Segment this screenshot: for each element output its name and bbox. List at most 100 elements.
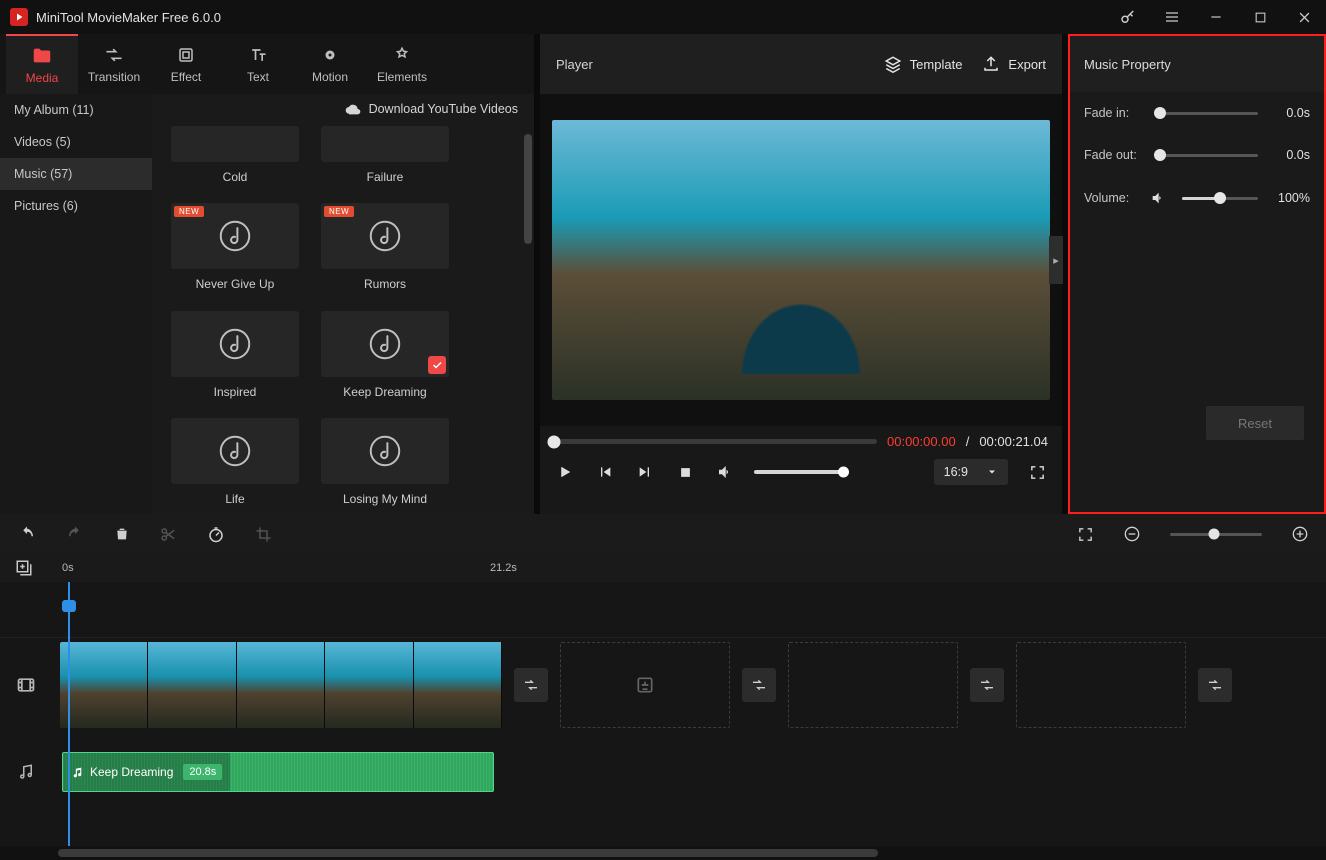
empty-clip-slot[interactable]	[560, 642, 730, 728]
minimize-button[interactable]	[1194, 0, 1238, 34]
add-media-icon	[635, 675, 655, 695]
scrollbar-thumb[interactable]	[524, 134, 532, 244]
aspect-ratio-select[interactable]: 16:9	[934, 459, 1008, 485]
tab-transition[interactable]: Transition	[78, 34, 150, 94]
empty-clip-slot[interactable]	[788, 642, 958, 728]
audio-clip[interactable]: Keep Dreaming 20.8s	[62, 752, 494, 792]
music-grid: Cold Failure NEW Never Give Up NEWRumorsInsp…	[152, 124, 534, 509]
music-item-label: Failure	[367, 170, 404, 184]
add-track-button[interactable]	[0, 559, 48, 577]
tab-label: Text	[247, 70, 269, 84]
volume-slider[interactable]	[754, 470, 844, 474]
music-item[interactable]: Failure	[320, 126, 450, 187]
transition-slot-button[interactable]	[514, 668, 548, 702]
volume-prop-slider[interactable]	[1182, 197, 1258, 200]
folder-icon	[31, 45, 53, 67]
timeline-ruler[interactable]: 0s 21.2s	[0, 554, 1326, 582]
tab-label: Media	[26, 71, 59, 85]
music-item-label: Cold	[223, 170, 248, 184]
music-note-icon	[71, 766, 84, 779]
music-item[interactable]: Inspired	[170, 311, 300, 402]
fullscreen-button[interactable]	[1026, 461, 1048, 483]
prev-frame-button[interactable]	[594, 461, 616, 483]
album-list: My Album (11) Videos (5) Music (57) Pict…	[0, 94, 152, 514]
empty-clip-slot[interactable]	[1016, 642, 1186, 728]
export-icon	[982, 55, 1000, 73]
preview-frame	[552, 120, 1050, 400]
music-item[interactable]: Life	[170, 418, 300, 509]
video-clip[interactable]	[60, 642, 502, 728]
motion-icon	[319, 44, 341, 66]
speaker-icon	[1150, 190, 1166, 206]
music-item[interactable]: Cold	[170, 126, 300, 187]
zoom-slider[interactable]	[1170, 533, 1262, 536]
speed-button[interactable]	[207, 525, 225, 543]
time-current: 00:00:00.00	[887, 434, 956, 449]
music-item[interactable]: NEW Never Give Up	[170, 203, 300, 294]
collapse-handle[interactable]: ▸	[1049, 236, 1063, 284]
maximize-button[interactable]	[1238, 0, 1282, 34]
video-track[interactable]	[52, 638, 1326, 732]
transition-slot-button[interactable]	[970, 668, 1004, 702]
redo-button[interactable]	[66, 525, 84, 543]
export-button[interactable]: Export	[982, 55, 1046, 73]
tab-media[interactable]: Media	[6, 34, 78, 94]
tab-text[interactable]: Text	[222, 34, 294, 94]
timeline-toolbar	[0, 514, 1326, 554]
volume-icon[interactable]	[714, 461, 736, 483]
music-item-label: Rumors	[364, 277, 406, 291]
fadeout-slider[interactable]	[1160, 154, 1258, 157]
tab-effect[interactable]: Effect	[150, 34, 222, 94]
album-videos[interactable]: Videos (5)	[0, 126, 152, 158]
album-my-album[interactable]: My Album (11)	[0, 94, 152, 126]
close-button[interactable]	[1282, 0, 1326, 34]
key-icon[interactable]	[1106, 0, 1150, 34]
play-button[interactable]	[554, 461, 576, 483]
tab-label: Transition	[88, 70, 140, 84]
seek-slider[interactable]	[554, 439, 877, 444]
app-title: MiniTool MovieMaker Free 6.0.0	[36, 10, 221, 25]
audio-track[interactable]: Keep Dreaming 20.8s	[52, 732, 1326, 812]
music-item[interactable]: Losing My Mind	[320, 418, 450, 509]
download-label: Download YouTube Videos	[369, 102, 518, 116]
fadeout-value: 0.0s	[1268, 148, 1310, 162]
zoom-in-button[interactable]	[1292, 526, 1308, 542]
transition-slot-button[interactable]	[1198, 668, 1232, 702]
reset-button[interactable]: Reset	[1206, 406, 1304, 440]
music-item[interactable]: Keep Dreaming	[320, 311, 450, 402]
music-thumbnail	[171, 311, 299, 377]
music-item-label: Never Give Up	[196, 277, 275, 291]
tab-label: Effect	[171, 70, 201, 84]
menu-icon[interactable]	[1150, 0, 1194, 34]
crop-button[interactable]	[255, 526, 272, 543]
music-thumbnail	[321, 126, 449, 162]
split-button[interactable]	[160, 526, 177, 543]
album-pictures[interactable]: Pictures (6)	[0, 190, 152, 222]
next-frame-button[interactable]	[634, 461, 656, 483]
fadein-label: Fade in:	[1084, 106, 1150, 120]
stop-button[interactable]	[674, 461, 696, 483]
timeline-scrollbar[interactable]	[0, 846, 1326, 860]
ruler-time-0: 0s	[62, 562, 74, 574]
tab-elements[interactable]: Elements	[366, 34, 438, 94]
transition-icon	[103, 44, 125, 66]
zoom-out-button[interactable]	[1124, 526, 1140, 542]
undo-button[interactable]	[18, 525, 36, 543]
transition-slot-button[interactable]	[742, 668, 776, 702]
template-button[interactable]: Template	[884, 55, 963, 73]
preview-area: ▸	[540, 94, 1062, 426]
music-item[interactable]: NEWRumors	[320, 203, 450, 294]
timeline: 0s 21.2s	[0, 554, 1326, 860]
delete-button[interactable]	[114, 526, 130, 542]
music-thumbnail	[171, 418, 299, 484]
text-track[interactable]	[52, 582, 1326, 637]
fadein-value: 0.0s	[1268, 106, 1310, 120]
fit-timeline-button[interactable]	[1077, 526, 1094, 543]
music-thumbnail: NEW	[171, 203, 299, 269]
download-youtube-link[interactable]: Download YouTube Videos	[152, 94, 534, 124]
playhead[interactable]	[68, 582, 70, 846]
fadeout-label: Fade out:	[1084, 148, 1150, 162]
fadein-slider[interactable]	[1160, 112, 1258, 115]
album-music[interactable]: Music (57)	[0, 158, 152, 190]
tab-motion[interactable]: Motion	[294, 34, 366, 94]
